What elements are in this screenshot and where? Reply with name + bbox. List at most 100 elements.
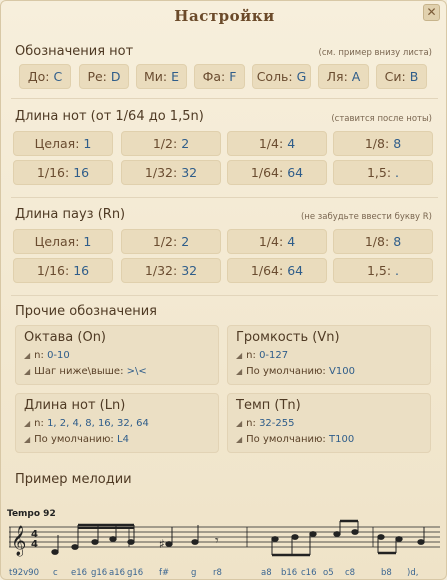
bullet-icon: ◢ <box>24 351 31 360</box>
note-label: g16 <box>127 568 143 578</box>
other-title: Прочие обозначения <box>15 304 157 319</box>
info-box-line: ◢ n: 1, 2, 4, 8, 16, 32, 64 <box>24 418 149 429</box>
pause-length-button[interactable]: 1/16: 16 <box>13 258 113 283</box>
pause-length-button[interactable]: 1,5: . <box>333 258 433 283</box>
info-box-line: ◢ Шаг ниже\выше: >\< <box>24 366 147 377</box>
info-line-label: n: <box>246 418 256 429</box>
pause-length-button[interactable]: 1/2: 2 <box>121 229 221 254</box>
info-box-title: Октава (On) <box>24 330 106 345</box>
note-length-button-value: 8 <box>393 136 402 151</box>
note-length-button-label: 1/2: <box>152 136 178 151</box>
note-length-button[interactable]: 1/32: 32 <box>121 160 221 185</box>
note-length-button-value: 64 <box>287 165 304 180</box>
pause-length-button[interactable]: 1/8: 8 <box>333 229 433 254</box>
note-length-button-value: 1 <box>83 136 92 151</box>
note-length-button-value: 32 <box>181 165 198 180</box>
note-name-button[interactable]: Ми: E <box>136 64 187 89</box>
note-length-hint: (ставится после ноты) <box>331 114 432 124</box>
bullet-icon: ◢ <box>24 435 31 444</box>
pause-length-button[interactable]: 1/64: 64 <box>227 258 327 283</box>
bullet-icon: ◢ <box>24 419 31 428</box>
note-length-button-value: . <box>395 165 400 180</box>
note-name-button-label: Ре: <box>87 69 107 84</box>
note-name-button[interactable]: Ре: D <box>79 64 129 89</box>
melody-staff: 𝄞 4 4 ♯ 𝄾 t92v90 c e16 g16 a16 g16 f# g … <box>9 519 440 578</box>
note-name-button[interactable]: Соль: G <box>252 64 311 89</box>
info-line-label: По умолчанию: <box>246 366 326 377</box>
note-name-button-value: B <box>409 69 419 84</box>
note-name-button[interactable]: До: C <box>19 64 71 89</box>
note-name-button-label: Си: <box>384 69 406 84</box>
info-line-value: V100 <box>329 366 355 377</box>
pause-length-button-value: 8 <box>393 234 402 249</box>
info-line-value: T100 <box>329 434 355 445</box>
note-length-button[interactable]: 1/4: 4 <box>227 131 327 156</box>
info-line-value: 32-255 <box>259 418 295 429</box>
note-name-button-value: A <box>351 69 361 84</box>
close-icon: ✕ <box>426 5 437 19</box>
pause-length-button-label: 1/8: <box>364 234 390 249</box>
note-length-button[interactable]: 1/2: 2 <box>121 131 221 156</box>
info-line-label: n: <box>246 350 256 361</box>
info-box-line: ◢ По умолчанию: V100 <box>236 366 355 377</box>
note-name-button[interactable]: Ля: A <box>318 64 369 89</box>
note-label: a16 <box>109 568 125 578</box>
info-line-label: Шаг ниже\выше: <box>34 366 124 377</box>
note-label: )d, <box>407 568 418 578</box>
pause-length-button[interactable]: 1/4: 4 <box>227 229 327 254</box>
note-name-button[interactable]: Фа: F <box>194 64 245 89</box>
pause-length-button-value: . <box>395 263 400 278</box>
note-name-button-value: D <box>110 69 121 84</box>
pause-length-button-label: 1/32: <box>144 263 178 278</box>
pause-length-button-label: 1,5: <box>366 263 392 278</box>
divider <box>11 197 438 198</box>
note-length-button-value: 4 <box>287 136 296 151</box>
note-name-button-label: Ми: <box>143 69 168 84</box>
pause-length-button[interactable]: Целая: 1 <box>13 229 113 254</box>
pause-length-button-label: 1/4: <box>258 234 284 249</box>
note-length-title: Длина нот (от 1/64 до 1,5n) <box>15 109 204 124</box>
treble-clef-icon: 𝄞 <box>11 525 26 557</box>
note-label: c8 <box>345 568 355 578</box>
info-line-value: 0-10 <box>47 350 70 361</box>
info-box: Громкость (Vn) ◢ n: 0-127 ◢ По умолчанию: V1… <box>227 325 431 385</box>
pause-length-button[interactable]: 1/32: 32 <box>121 258 221 283</box>
info-box-line: ◢ n: 32-255 <box>236 418 294 429</box>
info-line-label: По умолчанию: <box>34 434 114 445</box>
bullet-icon: ◢ <box>236 367 243 376</box>
info-box-title: Длина нот (Ln) <box>24 398 126 413</box>
close-button[interactable]: ✕ <box>423 4 440 21</box>
note-label: o5 <box>323 568 334 578</box>
note-name-button-value: E <box>171 69 179 84</box>
note-length-button[interactable]: 1/16: 16 <box>13 160 113 185</box>
note-label: e16 <box>71 568 87 578</box>
pause-length-button-value: 32 <box>181 263 198 278</box>
pause-length-button-value: 16 <box>73 263 90 278</box>
note-length-button-label: 1,5: <box>366 165 392 180</box>
pause-length-button-value: 4 <box>287 234 296 249</box>
info-box-line: ◢ n: 0-10 <box>24 350 70 361</box>
note-label: a8 <box>261 568 272 578</box>
note-length-button-label: 1/8: <box>364 136 390 151</box>
pause-length-button-value: 64 <box>287 263 304 278</box>
note-name-button-value: G <box>296 69 307 84</box>
note-name-button[interactable]: Си: B <box>376 64 427 89</box>
info-line-value: 0-127 <box>259 350 289 361</box>
note-name-button-label: Ля: <box>326 69 348 84</box>
note-length-button-value: 2 <box>181 136 190 151</box>
note-names-hint: (см. пример внизу листа) <box>318 48 432 58</box>
info-box: Темп (Tn) ◢ n: 32-255 ◢ По умолчанию: T100 <box>227 393 431 453</box>
note-length-button-label: 1/64: <box>250 165 284 180</box>
info-box-line: ◢ По умолчанию: T100 <box>236 434 354 445</box>
pause-length-hint: (не забудьте ввести букву R) <box>300 212 432 222</box>
note-length-button[interactable]: 1/8: 8 <box>333 131 433 156</box>
note-label: c <box>53 568 58 578</box>
divider <box>11 295 438 296</box>
info-box: Длина нот (Ln) ◢ n: 1, 2, 4, 8, 16, 32, 64… <box>15 393 219 453</box>
note-name-button-label: До: <box>27 69 50 84</box>
note-length-button[interactable]: Целая: 1 <box>13 131 113 156</box>
note-length-button[interactable]: 1,5: . <box>333 160 433 185</box>
window-title: Настройки <box>174 7 275 25</box>
note-length-button[interactable]: 1/64: 64 <box>227 160 327 185</box>
note-name-button-label: Соль: <box>256 69 293 84</box>
